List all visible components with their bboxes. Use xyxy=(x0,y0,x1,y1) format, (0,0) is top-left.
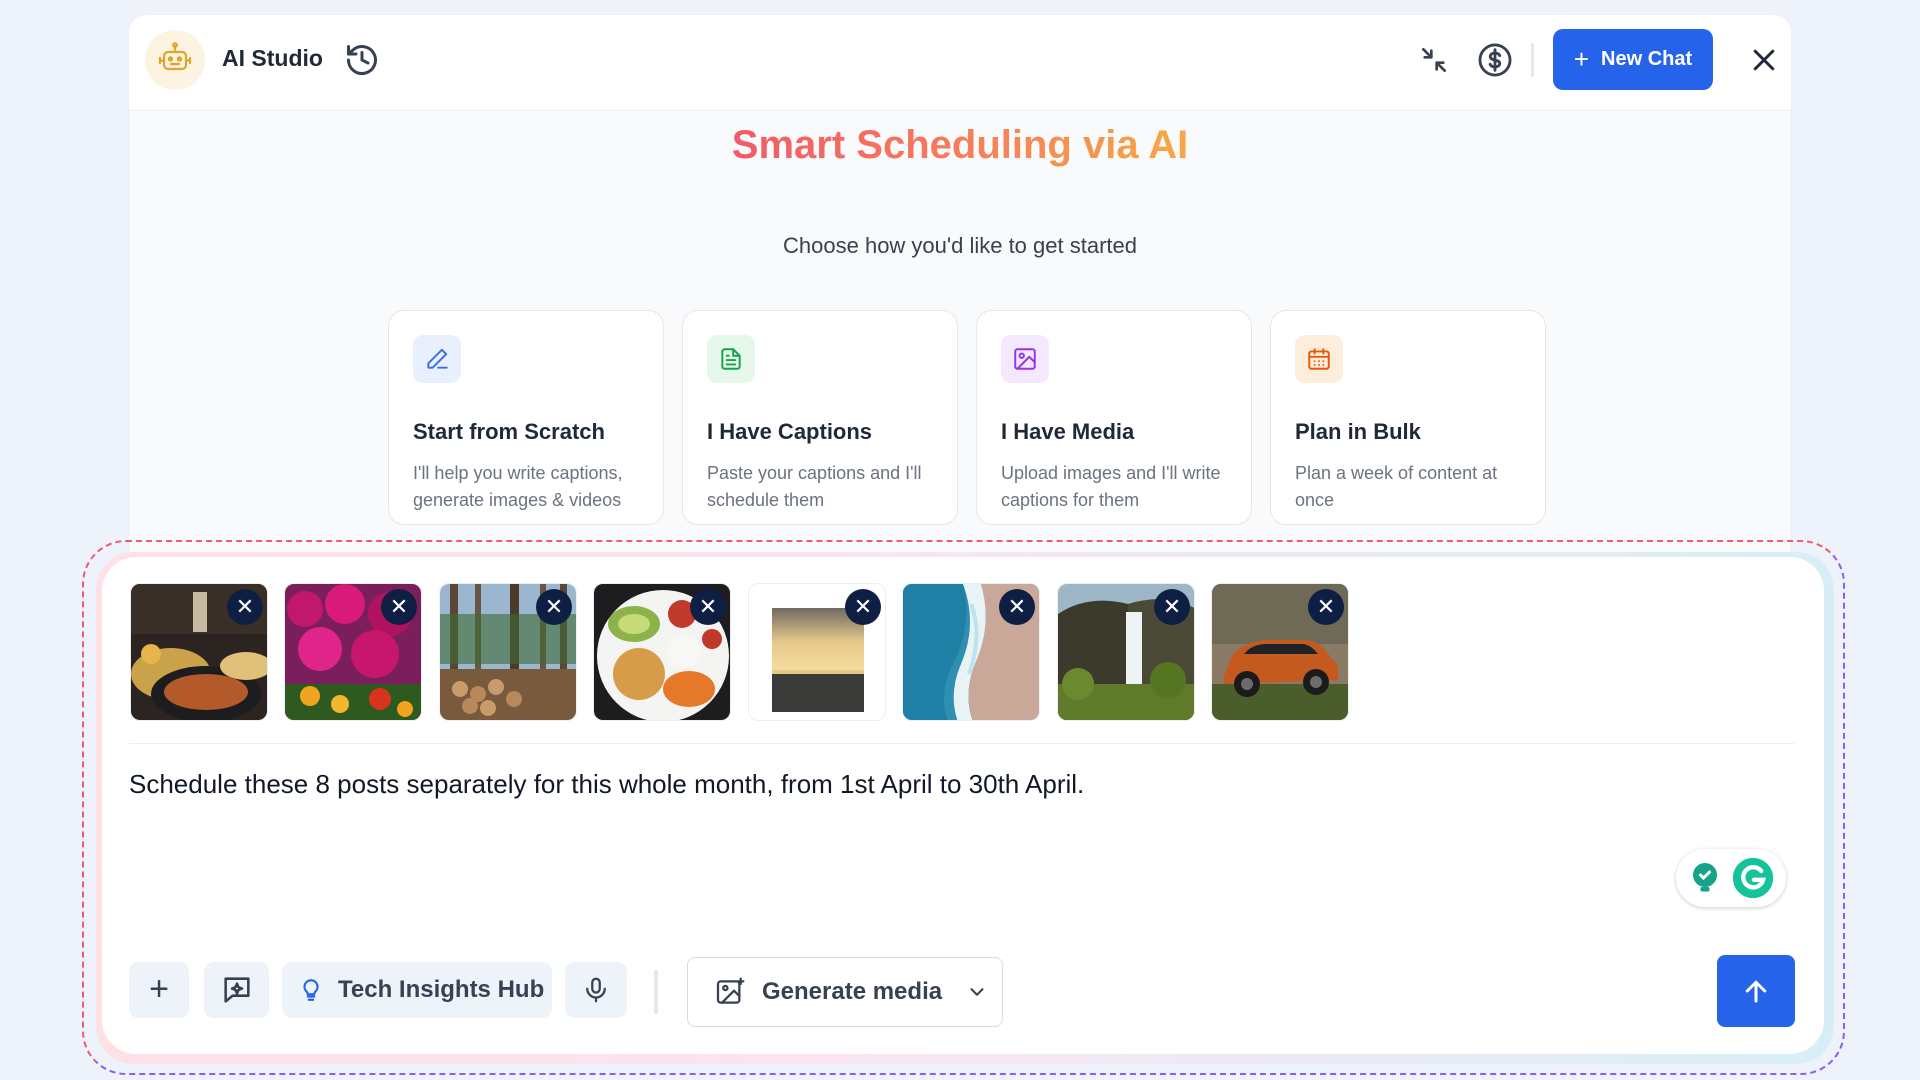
plus-icon: + xyxy=(1573,43,1590,74)
grammarly-widget[interactable] xyxy=(1676,849,1786,907)
remove-attachment-button[interactable]: ✕ xyxy=(227,589,263,625)
card-description: I'll help you write captions, generate i… xyxy=(413,463,623,510)
close-icon[interactable] xyxy=(1744,40,1784,80)
remove-attachment-button[interactable]: ✕ xyxy=(999,589,1035,625)
plan-in-bulk-card[interactable]: Plan in Bulk Plan a week of content at o… xyxy=(1270,310,1546,525)
collapse-icon[interactable] xyxy=(1414,40,1454,80)
dollar-icon[interactable] xyxy=(1475,40,1515,80)
remove-attachment-button[interactable]: ✕ xyxy=(845,589,881,625)
card-description: Upload images and I'll write captions fo… xyxy=(1001,463,1221,510)
grammarly-icon xyxy=(1732,857,1774,899)
card-title: Plan in Bulk xyxy=(1295,419,1421,444)
card-description: Plan a week of content at once xyxy=(1295,463,1498,510)
card-title: I Have Media xyxy=(1001,419,1135,444)
brand-profile-button[interactable]: Tech Insights Hub xyxy=(282,962,552,1018)
header-bar: AI Studio + New Chat xyxy=(129,15,1791,111)
attachment-thumbnail[interactable]: ✕ xyxy=(902,583,1040,721)
microphone-button[interactable] xyxy=(565,962,627,1018)
attachment-thumbnail[interactable]: ✕ xyxy=(593,583,731,721)
chat-composer: ✕ ✕ ✕ ✕ ✕ ✕ ✕ ✕ Schedule these 8 posts s… xyxy=(102,557,1824,1054)
plus-icon: + xyxy=(149,969,169,1008)
arrow-up-icon xyxy=(1745,980,1767,1003)
prompt-input[interactable]: Schedule these 8 posts separately for th… xyxy=(129,769,1729,800)
attachment-thumbnail[interactable]: ✕ xyxy=(130,583,268,721)
lightbulb-icon xyxy=(303,979,319,1001)
composer-divider xyxy=(129,743,1794,744)
page-title-text: Smart Scheduling via AI xyxy=(731,123,1189,167)
chevron-down-icon xyxy=(970,988,984,996)
microphone-icon xyxy=(586,977,606,1003)
remove-attachment-button[interactable]: ✕ xyxy=(1154,589,1190,625)
header-divider xyxy=(1531,43,1534,77)
attachment-thumbnail[interactable]: ✕ xyxy=(439,583,577,721)
lightbulb-icon xyxy=(1693,863,1717,892)
ai-studio-panel: AI Studio + New Chat Smart Scheduling vi… xyxy=(129,15,1791,575)
card-description: Paste your captions and I'll schedule th… xyxy=(707,463,922,510)
robot-icon xyxy=(145,30,205,90)
generate-media-dropdown[interactable]: Generate media xyxy=(687,957,1003,1027)
ai-prompt-button[interactable] xyxy=(204,962,269,1018)
pencil-icon xyxy=(413,335,461,383)
attachment-thumbnail[interactable]: ✕ xyxy=(748,583,886,721)
attachment-thumbnail[interactable]: ✕ xyxy=(1211,583,1349,721)
attachment-thumbnail[interactable]: ✕ xyxy=(1057,583,1195,721)
new-chat-label: New Chat xyxy=(1601,48,1693,70)
add-button[interactable]: + xyxy=(129,962,189,1018)
remove-attachment-button[interactable]: ✕ xyxy=(690,589,726,625)
toolbar-divider xyxy=(654,970,658,1014)
history-icon[interactable] xyxy=(342,40,382,80)
page-subtitle: Choose how you'd like to get started xyxy=(783,233,1137,258)
card-title: I Have Captions xyxy=(707,419,873,444)
media-icon xyxy=(716,977,745,1004)
document-icon xyxy=(707,335,755,383)
send-button[interactable] xyxy=(1717,955,1795,1027)
brand-profile-label: Tech Insights Hub xyxy=(338,976,545,1003)
i-have-media-card[interactable]: I Have Media Upload images and I'll writ… xyxy=(976,310,1252,525)
calendar-icon xyxy=(1295,335,1343,383)
remove-attachment-button[interactable]: ✕ xyxy=(1308,589,1344,625)
sparkle-chat-icon xyxy=(223,977,250,1003)
remove-attachment-button[interactable]: ✕ xyxy=(536,589,572,625)
page-title: Smart Scheduling via AI xyxy=(129,123,1791,168)
remove-attachment-button[interactable]: ✕ xyxy=(381,589,417,625)
app-title: AI Studio xyxy=(222,45,323,71)
start-from-scratch-card[interactable]: Start from Scratch I'll help you write c… xyxy=(388,310,664,525)
i-have-captions-card[interactable]: I Have Captions Paste your captions and … xyxy=(682,310,958,525)
card-title: Start from Scratch xyxy=(413,419,605,444)
generate-media-label: Generate media xyxy=(762,978,943,1005)
new-chat-button[interactable]: + New Chat xyxy=(1553,29,1713,90)
attachment-thumbnail[interactable]: ✕ xyxy=(284,583,422,721)
image-icon xyxy=(1001,335,1049,383)
